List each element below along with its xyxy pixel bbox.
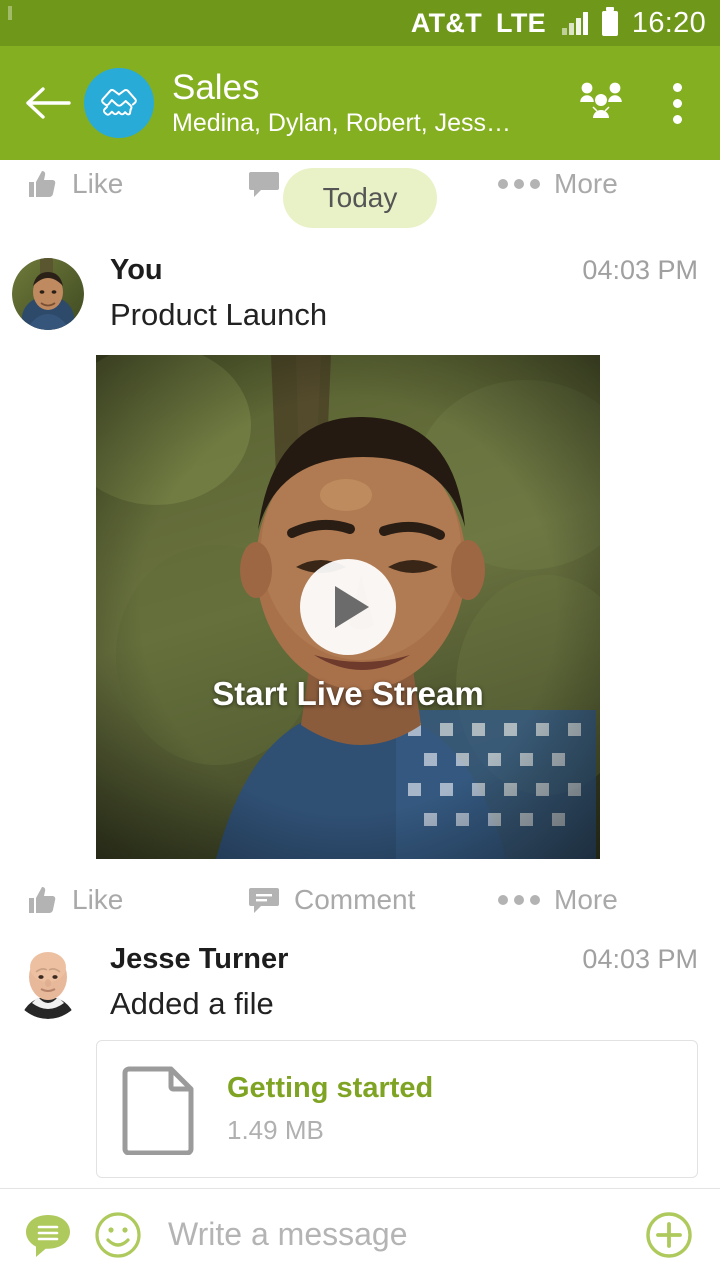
more-dots-icon bbox=[498, 895, 540, 905]
message-text: Product Launch bbox=[110, 297, 328, 332]
emoji-button[interactable] bbox=[92, 1209, 144, 1261]
chat-title-block[interactable]: Sales Medina, Dylan, Robert, Jess… bbox=[172, 68, 566, 138]
more-label-previous: More bbox=[554, 168, 618, 199]
file-attachment[interactable]: Getting started 1.49 MB bbox=[96, 1040, 698, 1178]
carrier-label: AT&T bbox=[410, 7, 483, 38]
like-button-previous[interactable]: Like bbox=[8, 168, 248, 200]
like-label-previous: Like bbox=[72, 168, 124, 199]
video-attachment[interactable]: Start Live Stream bbox=[96, 355, 600, 859]
battery-icon bbox=[601, 6, 618, 36]
app-bar-actions bbox=[566, 78, 702, 128]
play-icon bbox=[335, 586, 369, 628]
back-button[interactable] bbox=[22, 76, 76, 130]
message-meta: You 04:03 PM bbox=[110, 254, 698, 287]
status-clock: 16:20 bbox=[631, 6, 706, 39]
message-meta: Jesse Turner 04:03 PM bbox=[110, 943, 698, 976]
plus-circle-icon bbox=[646, 1211, 692, 1258]
message-input[interactable]: Write a message bbox=[162, 1216, 624, 1253]
chat-menu-button[interactable] bbox=[22, 1209, 74, 1261]
like-button-post-1[interactable]: Like bbox=[8, 884, 248, 916]
overflow-menu-button[interactable] bbox=[652, 78, 702, 128]
avatar-image-you bbox=[12, 258, 84, 330]
message-author: Jesse Turner bbox=[110, 943, 289, 975]
network-type-label: LTE bbox=[496, 7, 546, 38]
signal-bars-icon bbox=[561, 11, 588, 35]
message-body: Jesse Turner 04:03 PM Added a file bbox=[84, 943, 698, 1022]
more-vert-icon bbox=[672, 82, 682, 124]
thumbs-up-icon bbox=[29, 171, 56, 197]
smiley-icon bbox=[95, 1211, 141, 1258]
document-icon bbox=[122, 1066, 194, 1155]
chat-menu-icon bbox=[26, 1214, 70, 1257]
more-button-post-1[interactable]: More bbox=[498, 884, 618, 916]
date-divider-pill: Today bbox=[282, 168, 438, 228]
group-members-icon bbox=[580, 82, 622, 118]
message-time: 04:03 PM bbox=[582, 944, 698, 974]
group-avatar[interactable] bbox=[84, 68, 154, 138]
group-members-button[interactable] bbox=[576, 78, 626, 128]
message-feed[interactable]: Like Comment More Today bbox=[0, 160, 720, 1188]
more-dots-icon bbox=[498, 179, 540, 189]
comment-button-post-1[interactable]: Comment bbox=[248, 884, 498, 916]
avatar-jesse-turner[interactable] bbox=[12, 947, 84, 1019]
back-arrow-icon bbox=[26, 87, 71, 119]
message-header: You 04:03 PM Product Launch bbox=[0, 254, 720, 333]
more-label-post-1: More bbox=[554, 884, 618, 915]
status-bar: AT&T LTE 16:20 bbox=[0, 0, 720, 46]
message-item: Jesse Turner 04:03 PM Added a file Getti… bbox=[0, 943, 720, 1188]
avatar-image-jesse-turner bbox=[12, 947, 84, 1019]
comment-bubble-icon bbox=[249, 888, 279, 913]
chat-members-subtitle: Medina, Dylan, Robert, Jess… bbox=[172, 109, 512, 137]
file-name: Getting started bbox=[227, 1072, 434, 1104]
play-button[interactable] bbox=[300, 559, 396, 655]
more-button-previous[interactable]: More bbox=[498, 168, 618, 200]
comment-bubble-icon bbox=[249, 172, 279, 197]
video-label: Start Live Stream bbox=[212, 675, 484, 712]
action-row-post-1: Like Comment More bbox=[0, 869, 720, 931]
app-bar: Sales Medina, Dylan, Robert, Jess… bbox=[0, 46, 720, 160]
message-header: Jesse Turner 04:03 PM Added a file bbox=[0, 943, 720, 1022]
chat-title: Sales bbox=[172, 68, 260, 107]
file-size: 1.49 MB bbox=[227, 1115, 324, 1145]
message-author: You bbox=[110, 254, 163, 286]
add-attachment-button[interactable] bbox=[642, 1208, 696, 1262]
message-composer: Write a message bbox=[0, 1188, 720, 1280]
file-meta: Getting started 1.49 MB bbox=[227, 1072, 433, 1146]
thumbs-up-icon bbox=[29, 887, 56, 913]
message-text: Added a file bbox=[110, 986, 274, 1021]
comment-label-post-1: Comment bbox=[294, 884, 416, 915]
message-item: You 04:03 PM Product Launch Start Live S… bbox=[0, 254, 720, 931]
message-time: 04:03 PM bbox=[582, 255, 698, 285]
message-body: You 04:03 PM Product Launch bbox=[84, 254, 698, 333]
status-notification-marker bbox=[8, 6, 12, 20]
handshake-icon bbox=[101, 89, 137, 116]
avatar-you[interactable] bbox=[12, 258, 84, 330]
like-label-post-1: Like bbox=[72, 884, 124, 915]
